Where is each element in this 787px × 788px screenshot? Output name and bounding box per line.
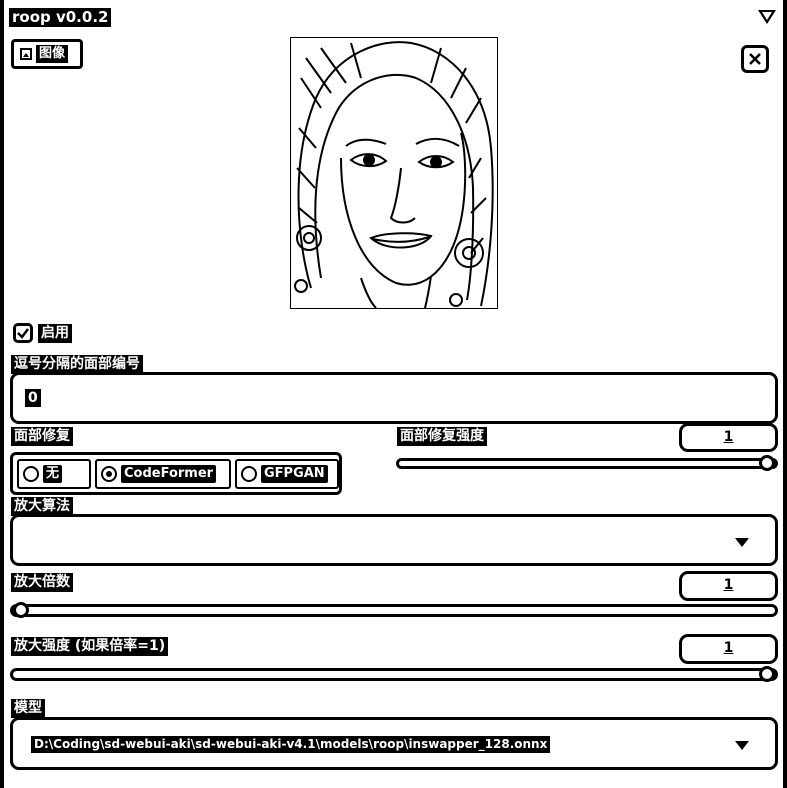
face-restore-radio-group: 无 CodeFormer GFPGAN [10, 452, 342, 495]
close-icon[interactable] [741, 45, 769, 73]
portrait-drawing [294, 41, 494, 309]
upscale-strength-number[interactable]: 1 [679, 634, 778, 664]
image-icon [20, 48, 32, 60]
radio-gfpgan[interactable]: GFPGAN [235, 459, 339, 489]
face-image [290, 37, 498, 309]
face-restore-strength-number[interactable]: 1 [679, 423, 778, 452]
face-restore-strength-slider[interactable] [396, 458, 778, 469]
image-tab[interactable]: 图像 [11, 39, 83, 69]
radio-codeformer-label: CodeFormer [121, 465, 217, 483]
upscale-factor-number[interactable]: 1 [679, 571, 778, 601]
radio-codeformer[interactable]: CodeFormer [95, 459, 231, 489]
upscale-strength-handle[interactable] [759, 666, 775, 682]
enable-label: 启用 [38, 324, 72, 343]
face-restore-strength-handle[interactable] [759, 455, 775, 471]
upscale-factor-slider[interactable] [10, 604, 778, 617]
panel-title: roop v0.0.2 [9, 8, 112, 27]
model-value: D:\Coding\sd-webui-aki\sd-webui-aki-v4.1… [31, 736, 551, 753]
chevron-down-icon [735, 538, 749, 547]
face-index-value: 0 [25, 389, 41, 407]
upscale-factor-handle[interactable] [13, 602, 29, 618]
upscale-strength-label: 放大强度 (如果倍率=1) [11, 637, 169, 656]
upscale-factor-label: 放大倍数 [11, 573, 73, 592]
triangle-inner [762, 12, 772, 20]
model-label: 模型 [11, 699, 45, 718]
radio-none-dot [23, 466, 39, 482]
enable-checkbox[interactable] [13, 323, 33, 343]
face-restore-strength-label: 面部修复强度 [397, 427, 487, 446]
radio-codeformer-dot [101, 466, 117, 482]
radio-gfpgan-dot [241, 466, 257, 482]
face-restore-label: 面部修复 [11, 427, 73, 446]
radio-none-label: 无 [43, 465, 63, 483]
radio-gfpgan-label: GFPGAN [261, 465, 328, 483]
image-tab-label: 图像 [36, 45, 69, 63]
radio-none[interactable]: 无 [17, 459, 91, 489]
upscaler-dropdown[interactable] [10, 514, 778, 566]
check-icon [17, 328, 29, 339]
model-dropdown[interactable]: D:\Coding\sd-webui-aki\sd-webui-aki-v4.1… [10, 717, 778, 770]
upscale-strength-slider[interactable] [10, 668, 778, 681]
face-index-input[interactable]: 0 [10, 372, 778, 424]
chevron-down-icon [735, 741, 749, 750]
